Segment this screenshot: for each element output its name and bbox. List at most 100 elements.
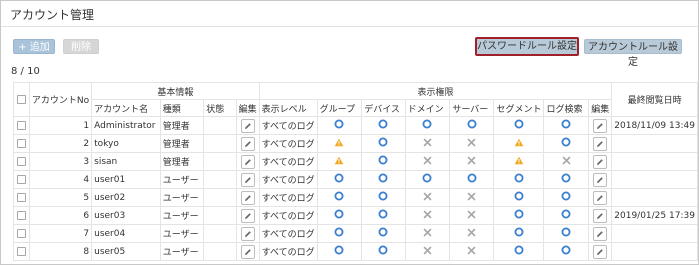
perm-server [449, 224, 495, 243]
circle-icon [561, 173, 571, 186]
cross-icon [467, 228, 476, 240]
row-checkbox[interactable] [16, 210, 26, 220]
perm-group [316, 152, 363, 171]
edit-permission-pencil-icon[interactable] [593, 136, 608, 151]
edit-permission-pencil-icon[interactable] [593, 172, 608, 187]
row-checkbox[interactable] [16, 192, 26, 202]
header-log-search[interactable]: ログ検索 [543, 99, 590, 117]
account-name: user03 [91, 206, 161, 225]
header-account-name[interactable]: アカウント名 [91, 99, 161, 117]
cross-icon [423, 210, 432, 222]
circle-icon [561, 209, 571, 222]
display-level: すべてのログ [258, 206, 318, 225]
header-status[interactable]: 状態 [203, 99, 237, 117]
edit-permission-pencil-icon[interactable] [593, 118, 608, 133]
row-checkbox[interactable] [16, 156, 26, 166]
add-button[interactable]: + 追加 [13, 39, 55, 54]
edit-basic-pencil-icon[interactable] [240, 226, 255, 241]
perm-log-search [543, 188, 590, 207]
table-row: 1 Administrator 管理者 すべてのログ 2018/11/09 13:49 [13, 116, 698, 135]
account-no: 3 [28, 152, 93, 171]
circle-icon [422, 173, 432, 186]
select-all-cell [13, 82, 30, 117]
circle-icon [514, 245, 524, 258]
perm-segment [493, 116, 545, 135]
edit-basic-pencil-icon[interactable] [240, 190, 255, 205]
edit-basic-pencil-icon[interactable] [240, 154, 255, 169]
account-name: user05 [91, 242, 161, 261]
account-status [203, 170, 237, 189]
perm-group [316, 224, 363, 243]
perm-domain [404, 188, 451, 207]
edit-permission-pencil-icon[interactable] [593, 244, 608, 259]
edit-basic-pencil-icon[interactable] [240, 244, 255, 259]
header-last-viewed[interactable]: 最終閲覧日時 [611, 82, 698, 117]
table-row: 7 user04 ユーザー すべてのログ [13, 224, 698, 243]
row-checkbox[interactable] [16, 120, 26, 130]
perm-segment [493, 224, 545, 243]
row-checkbox[interactable] [16, 138, 26, 148]
perm-device [361, 116, 406, 135]
cross-icon [467, 156, 476, 168]
perm-server [449, 242, 495, 261]
last-viewed [611, 224, 698, 243]
cross-icon [423, 192, 432, 204]
last-viewed: 2019/01/25 17:39 [611, 206, 698, 225]
select-all-checkbox[interactable] [16, 94, 26, 104]
warning-icon [514, 156, 524, 168]
warning-icon [334, 156, 344, 168]
circle-icon [378, 209, 388, 222]
display-level: すべてのログ [258, 224, 318, 243]
edit-permission-pencil-icon[interactable] [593, 190, 608, 205]
header-type[interactable]: 種類 [159, 99, 205, 117]
last-viewed [611, 170, 698, 189]
perm-group [316, 134, 363, 153]
account-type: ユーザー [159, 242, 205, 261]
edit-basic-pencil-icon[interactable] [240, 136, 255, 151]
password-rule-button[interactable]: パスワードルール設定 [475, 37, 579, 56]
header-display-permission: 表示権限 [258, 82, 613, 100]
warning-icon [334, 138, 344, 150]
account-table: アカウントNo 基本情報 表示権限 最終閲覧日時 アカウント名 種類 状態 編集… [13, 82, 698, 261]
perm-server [449, 170, 495, 189]
row-checkbox[interactable] [16, 228, 26, 238]
account-rule-button[interactable]: アカウントルール設定 [584, 39, 682, 68]
header-server[interactable]: サーバー [449, 99, 495, 117]
perm-device [361, 206, 406, 225]
perm-log-search [543, 152, 590, 171]
circle-icon [378, 245, 388, 258]
account-type: ユーザー [159, 188, 205, 207]
account-no: 2 [28, 134, 93, 153]
account-no: 8 [28, 242, 93, 261]
account-status [203, 206, 237, 225]
table-row: 4 user01 ユーザー すべてのログ [13, 170, 698, 189]
perm-segment [493, 134, 545, 153]
header-display-level[interactable]: 表示レベル [258, 99, 318, 117]
edit-basic-pencil-icon[interactable] [240, 118, 255, 133]
circle-icon [378, 137, 388, 150]
delete-button[interactable]: 削除 [63, 39, 99, 54]
edit-basic-pencil-icon[interactable] [240, 208, 255, 223]
row-checkbox[interactable] [16, 246, 26, 256]
account-status [203, 188, 237, 207]
header-group[interactable]: グループ [316, 99, 363, 117]
circle-icon [378, 173, 388, 186]
edit-permission-pencil-icon[interactable] [593, 154, 608, 169]
cross-icon [467, 210, 476, 222]
perm-log-search [543, 206, 590, 225]
circle-icon [561, 245, 571, 258]
edit-permission-pencil-icon[interactable] [593, 208, 608, 223]
circle-icon [561, 227, 571, 240]
header-device[interactable]: デバイス [361, 99, 406, 117]
edit-basic-pencil-icon[interactable] [240, 172, 255, 187]
header-account-no[interactable]: アカウントNo [28, 82, 93, 117]
header-segment[interactable]: セグメント [493, 99, 545, 117]
edit-permission-pencil-icon[interactable] [593, 226, 608, 241]
header-domain[interactable]: ドメイン [404, 99, 451, 117]
account-type: ユーザー [159, 224, 205, 243]
cross-icon [423, 246, 432, 258]
perm-device [361, 224, 406, 243]
cross-icon [467, 246, 476, 258]
display-level: すべてのログ [258, 116, 318, 135]
row-checkbox[interactable] [16, 174, 26, 184]
